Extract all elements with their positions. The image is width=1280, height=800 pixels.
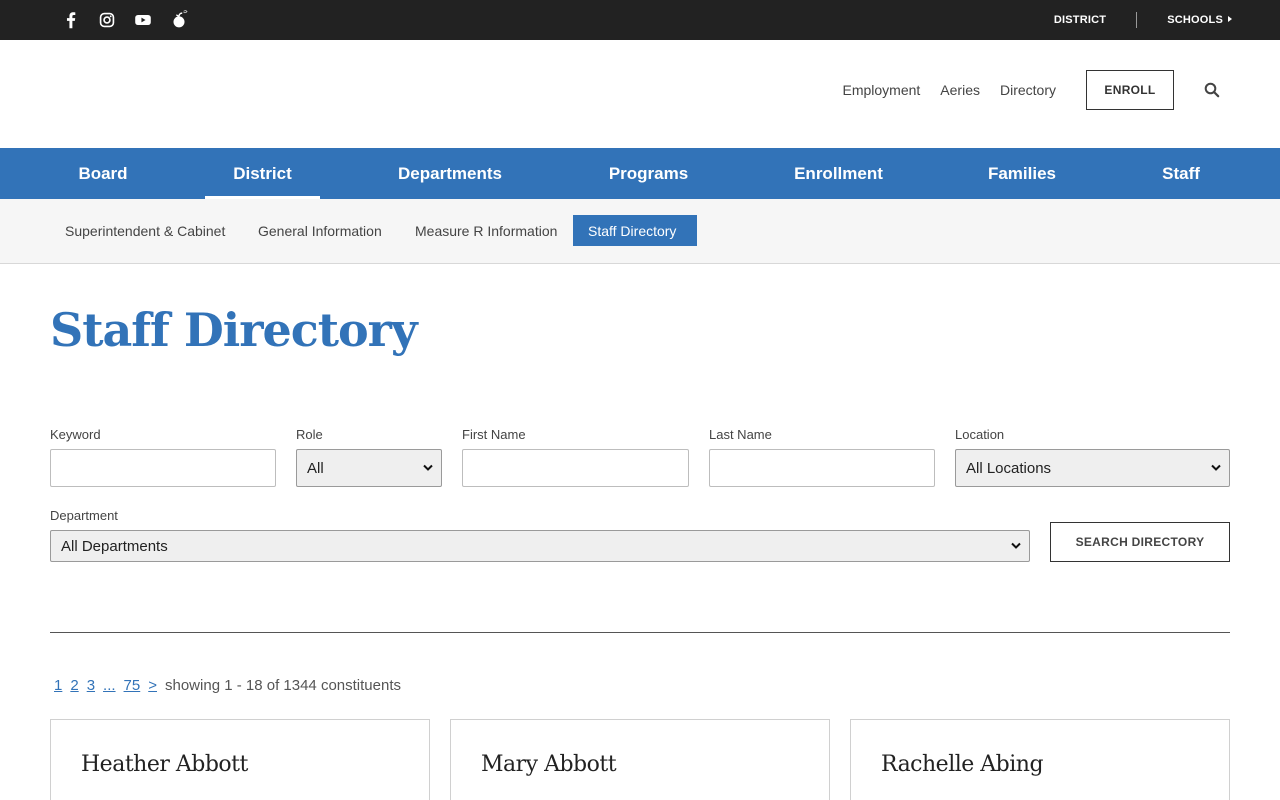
district-link[interactable]: DISTRICT xyxy=(1054,14,1106,26)
aeries-link[interactable]: Aeries xyxy=(940,82,980,98)
instagram-link[interactable] xyxy=(96,9,118,31)
page-link-ellipsis[interactable]: ... xyxy=(103,677,116,694)
chevron-down-icon xyxy=(423,464,433,471)
nav-district[interactable]: District xyxy=(205,148,320,199)
chevron-down-icon xyxy=(1211,464,1221,471)
pagination: 1 2 3 ... 75 > showing 1 - 18 of 1344 co… xyxy=(50,677,401,694)
subnav-general-information[interactable]: General Information xyxy=(243,215,397,246)
schools-dropdown[interactable]: SCHOOLS xyxy=(1167,14,1232,26)
location-label: Location xyxy=(955,427,1005,442)
keyword-input[interactable] xyxy=(50,449,276,487)
department-select[interactable]: All Departments xyxy=(50,530,1030,562)
divider xyxy=(50,632,1230,633)
facebook-link[interactable] xyxy=(60,9,82,31)
role-select[interactable]: All xyxy=(296,449,442,487)
sub-nav: Superintendent & Cabinet General Informa… xyxy=(0,199,1280,264)
search-button[interactable] xyxy=(1204,82,1220,98)
peachjar-icon xyxy=(173,10,188,28)
first-name-label: First Name xyxy=(462,427,526,442)
top-bar: DISTRICT SCHOOLS xyxy=(0,0,1280,40)
search-directory-button[interactable]: SEARCH DIRECTORY xyxy=(1050,522,1230,562)
site-header: Employment Aeries Directory ENROLL xyxy=(0,40,1280,148)
nav-staff[interactable]: Staff xyxy=(1132,148,1230,199)
social-links xyxy=(60,9,190,31)
page-title: Staff Directory xyxy=(50,303,418,357)
page-link-1[interactable]: 1 xyxy=(54,677,62,694)
subnav-superintendent-cabinet[interactable]: Superintendent & Cabinet xyxy=(50,215,240,246)
chevron-down-icon xyxy=(1011,542,1021,549)
employment-link[interactable]: Employment xyxy=(842,82,920,98)
caret-right-icon xyxy=(1228,16,1232,22)
staff-name[interactable]: Rachelle Abing xyxy=(881,752,1044,777)
page-link-3[interactable]: 3 xyxy=(87,677,95,694)
keyword-label: Keyword xyxy=(50,427,101,442)
subnav-staff-directory[interactable]: Staff Directory xyxy=(573,215,697,246)
peachjar-link[interactable] xyxy=(168,9,190,31)
staff-card: Heather Abbott xyxy=(50,719,430,800)
main-nav: Board District Departments Programs Enro… xyxy=(0,148,1280,199)
staff-card: Rachelle Abing xyxy=(850,719,1230,800)
staff-name[interactable]: Mary Abbott xyxy=(481,752,617,777)
last-name-label: Last Name xyxy=(709,427,772,442)
location-selected-value: All Locations xyxy=(966,459,1052,477)
nav-board[interactable]: Board xyxy=(50,148,156,199)
staff-card: Mary Abbott xyxy=(450,719,830,800)
nav-families[interactable]: Families xyxy=(960,148,1084,199)
department-selected-value: All Departments xyxy=(61,537,168,555)
role-label: Role xyxy=(296,427,323,442)
youtube-link[interactable] xyxy=(132,9,154,31)
next-page-link[interactable]: > xyxy=(148,677,157,694)
subnav-measure-r-information[interactable]: Measure R Information xyxy=(400,215,572,246)
instagram-icon xyxy=(99,12,115,28)
facebook-icon xyxy=(66,12,76,29)
search-icon xyxy=(1204,82,1220,98)
last-name-input[interactable] xyxy=(709,449,935,487)
divider xyxy=(1136,12,1138,28)
schools-label: SCHOOLS xyxy=(1167,14,1223,26)
department-label: Department xyxy=(50,508,118,523)
results-count: showing 1 - 18 of 1344 constituents xyxy=(165,677,401,694)
staff-name[interactable]: Heather Abbott xyxy=(81,752,248,777)
nav-enrollment[interactable]: Enrollment xyxy=(765,148,912,199)
nav-departments[interactable]: Departments xyxy=(370,148,530,199)
role-selected-value: All xyxy=(307,459,324,477)
nav-programs[interactable]: Programs xyxy=(580,148,717,199)
directory-link[interactable]: Directory xyxy=(1000,82,1056,98)
youtube-icon xyxy=(135,14,151,26)
page-link-75[interactable]: 75 xyxy=(124,677,141,694)
top-right-links: DISTRICT SCHOOLS xyxy=(1054,0,1232,40)
first-name-input[interactable] xyxy=(462,449,689,487)
page-link-2[interactable]: 2 xyxy=(70,677,78,694)
location-select[interactable]: All Locations xyxy=(955,449,1230,487)
enroll-button[interactable]: ENROLL xyxy=(1086,70,1174,110)
utility-nav: Employment Aeries Directory ENROLL xyxy=(822,70,1220,110)
